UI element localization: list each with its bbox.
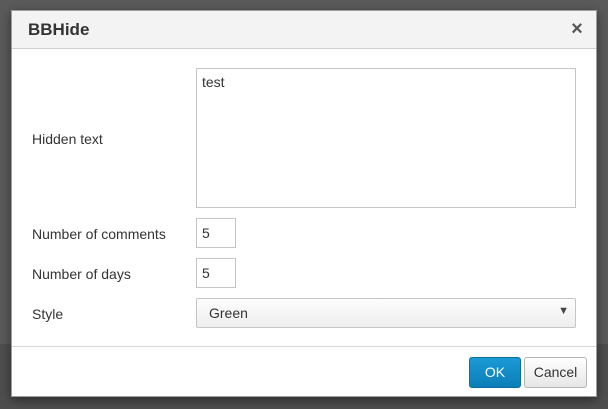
close-icon[interactable]: ×	[566, 16, 588, 42]
style-label: Style	[32, 306, 64, 322]
style-select[interactable]: Green ▼	[196, 298, 576, 328]
style-selected-value: Green	[209, 305, 248, 321]
cancel-button[interactable]: Cancel	[524, 357, 587, 388]
comments-label: Number of comments	[32, 226, 166, 242]
days-label: Number of days	[32, 266, 131, 282]
days-input[interactable]	[196, 258, 236, 288]
hidden-text-label: Hidden text	[32, 131, 103, 147]
bbhide-dialog: BBHide × Hidden text test Number of comm…	[11, 10, 597, 397]
ok-button[interactable]: OK	[469, 357, 521, 388]
dialog-header: BBHide ×	[12, 11, 596, 49]
comments-input[interactable]	[196, 218, 236, 248]
chevron-down-icon: ▼	[558, 305, 569, 317]
dialog-footer: OK Cancel	[12, 346, 596, 396]
dialog-title: BBHide	[28, 20, 90, 39]
hidden-text-textarea[interactable]: test	[196, 68, 576, 208]
